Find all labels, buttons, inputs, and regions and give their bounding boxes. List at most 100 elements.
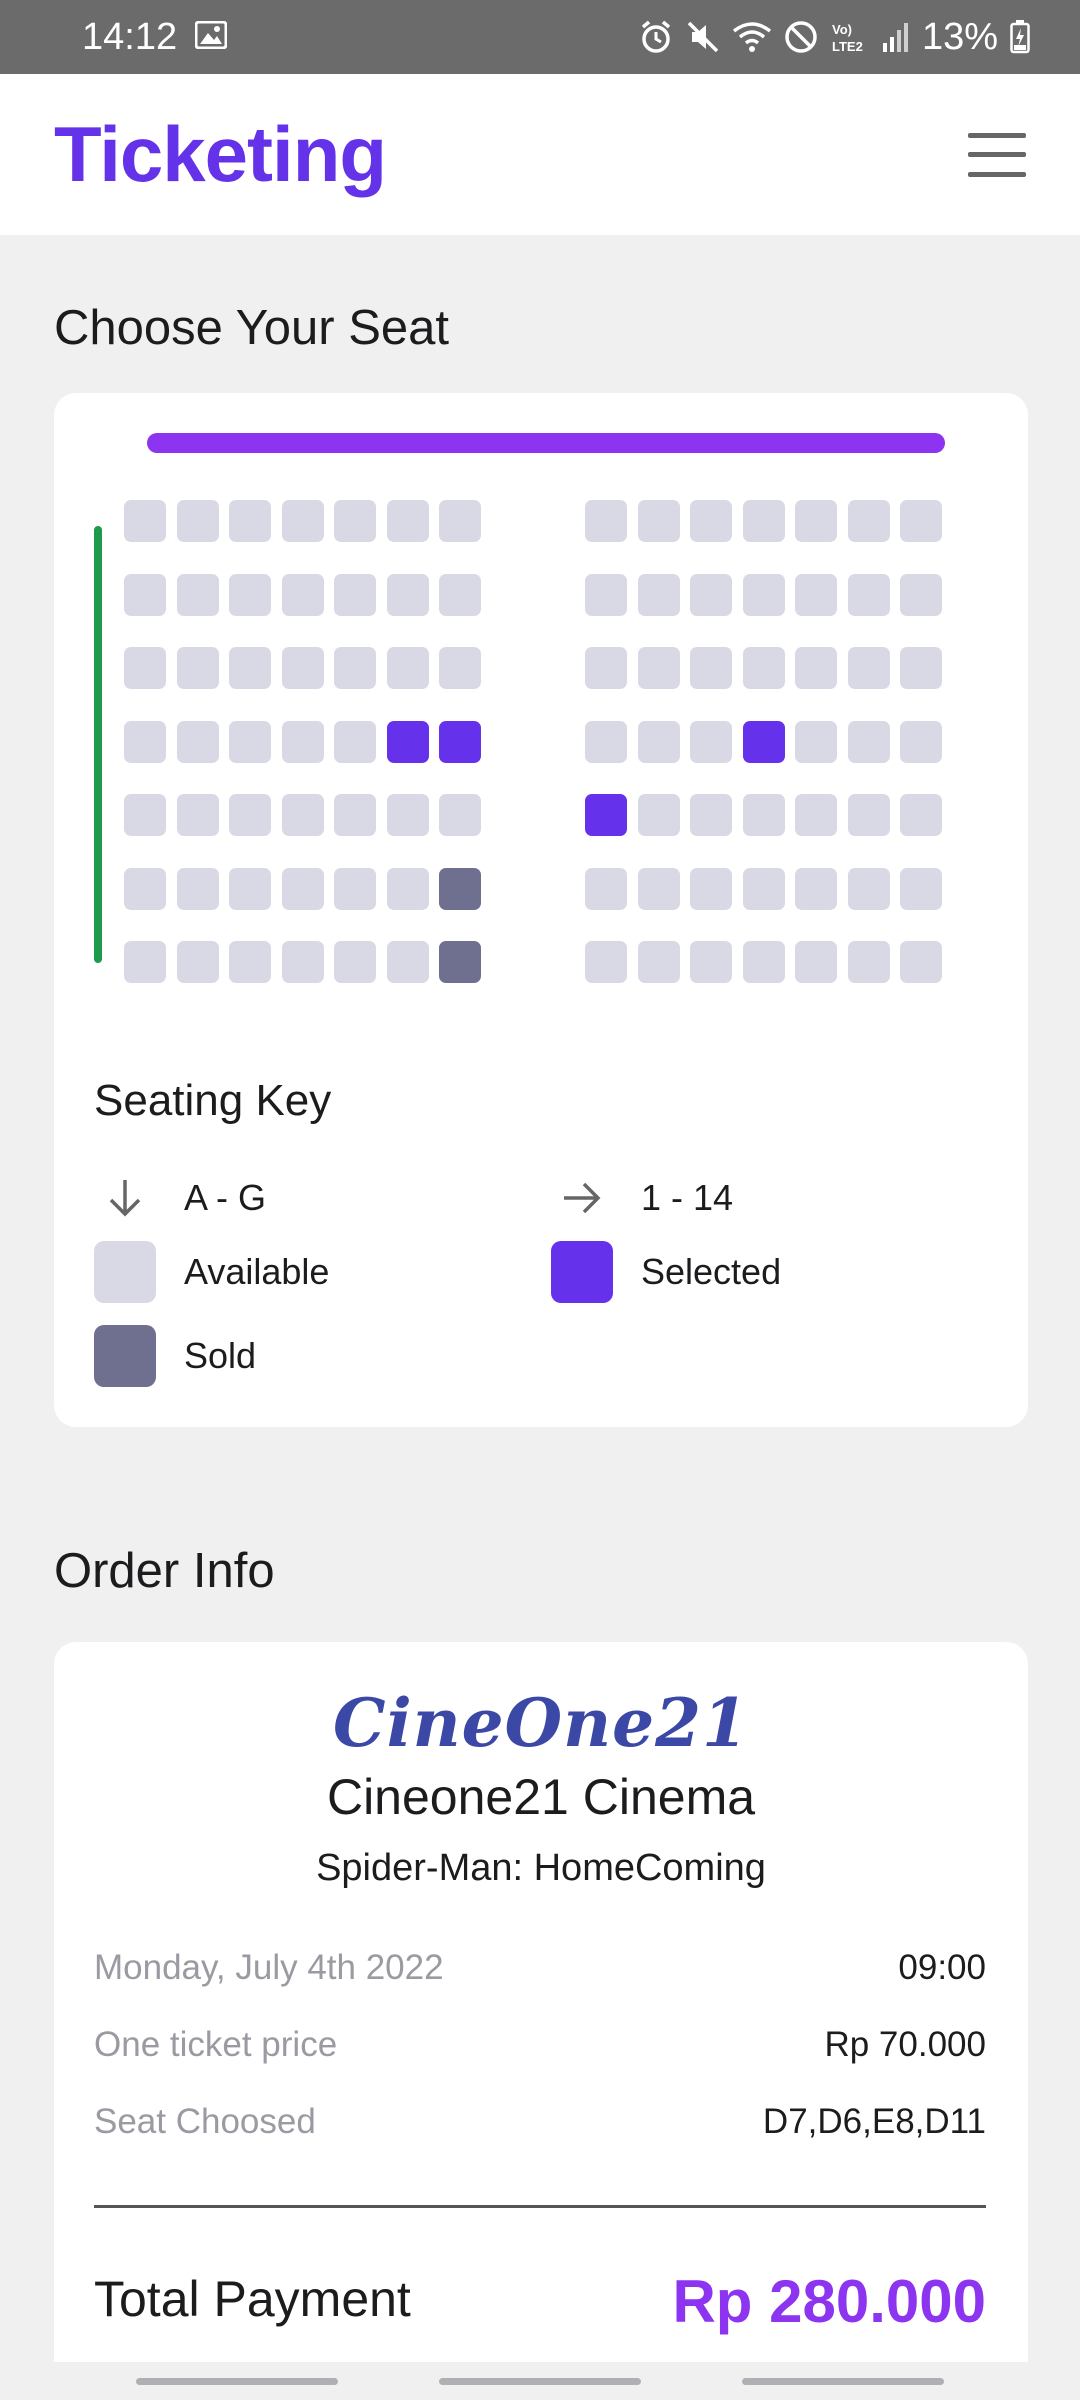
seat-G2-available[interactable]: [176, 941, 219, 983]
seat-B5-available[interactable]: [334, 573, 376, 616]
nav-home-button[interactable]: [439, 2378, 641, 2385]
seat-A5-available[interactable]: [334, 500, 376, 542]
seat-B13-available[interactable]: [847, 573, 890, 616]
seat-E9-available[interactable]: [637, 794, 680, 836]
seat-F6-available[interactable]: [386, 867, 429, 910]
seat-A1-available[interactable]: [124, 500, 166, 542]
seat-A13-available[interactable]: [847, 500, 890, 542]
seat-E7-available[interactable]: [439, 794, 481, 836]
seat-E4-available[interactable]: [281, 794, 324, 836]
seat-B2-available[interactable]: [176, 573, 219, 616]
seat-A12-available[interactable]: [795, 500, 837, 542]
seat-C8-available[interactable]: [585, 647, 627, 689]
seat-E13-available[interactable]: [847, 794, 890, 836]
seat-G4-available[interactable]: [281, 941, 324, 983]
seat-C7-available[interactable]: [439, 647, 481, 689]
seat-F9-available[interactable]: [637, 867, 680, 910]
nav-back-button[interactable]: [742, 2378, 944, 2385]
seat-D2-available[interactable]: [176, 720, 219, 763]
seat-E11-available[interactable]: [742, 794, 785, 836]
seat-F5-available[interactable]: [334, 867, 376, 910]
seat-A3-available[interactable]: [229, 500, 271, 542]
seat-F8-available[interactable]: [585, 867, 627, 910]
seat-D7-selected[interactable]: [439, 720, 481, 763]
seat-E6-available[interactable]: [386, 794, 429, 836]
seat-A7-available[interactable]: [439, 500, 481, 542]
seat-B4-available[interactable]: [281, 573, 324, 616]
seat-D10-available[interactable]: [690, 720, 732, 763]
seat-F3-available[interactable]: [229, 867, 271, 910]
seat-F11-available[interactable]: [742, 867, 785, 910]
seat-A9-available[interactable]: [637, 500, 680, 542]
seat-A11-available[interactable]: [742, 500, 785, 542]
seat-C9-available[interactable]: [637, 647, 680, 689]
seat-B9-available[interactable]: [637, 573, 680, 616]
seat-B12-available[interactable]: [795, 573, 837, 616]
seat-A10-available[interactable]: [690, 500, 732, 542]
seat-G14-available[interactable]: [900, 941, 942, 983]
seat-E8-selected[interactable]: [585, 794, 627, 836]
seat-F2-available[interactable]: [176, 867, 219, 910]
seat-C3-available[interactable]: [229, 647, 271, 689]
seat-G6-available[interactable]: [386, 941, 429, 983]
seat-A14-available[interactable]: [900, 500, 942, 542]
seat-C2-available[interactable]: [176, 647, 219, 689]
seat-G9-available[interactable]: [637, 941, 680, 983]
nav-recents-button[interactable]: [136, 2378, 338, 2385]
seat-G5-available[interactable]: [334, 941, 376, 983]
seat-C5-available[interactable]: [334, 647, 376, 689]
seat-D14-available[interactable]: [900, 720, 942, 763]
seat-D12-available[interactable]: [795, 720, 837, 763]
seat-D11-selected[interactable]: [742, 720, 785, 763]
seat-E3-available[interactable]: [229, 794, 271, 836]
seat-C10-available[interactable]: [690, 647, 732, 689]
seat-F12-available[interactable]: [795, 867, 837, 910]
seat-F4-available[interactable]: [281, 867, 324, 910]
seat-C1-available[interactable]: [124, 647, 166, 689]
seat-E1-available[interactable]: [124, 794, 166, 836]
seat-C11-available[interactable]: [742, 647, 785, 689]
seat-G11-available[interactable]: [742, 941, 785, 983]
hamburger-menu-icon[interactable]: [968, 132, 1026, 177]
seat-A2-available[interactable]: [176, 500, 219, 542]
seat-E2-available[interactable]: [176, 794, 219, 836]
seat-B14-available[interactable]: [900, 573, 942, 616]
seat-E10-available[interactable]: [690, 794, 732, 836]
seat-F1-available[interactable]: [124, 867, 166, 910]
seat-C4-available[interactable]: [281, 647, 324, 689]
seat-G13-available[interactable]: [847, 941, 890, 983]
seat-G8-available[interactable]: [585, 941, 627, 983]
seat-E12-available[interactable]: [795, 794, 837, 836]
seat-C14-available[interactable]: [900, 647, 942, 689]
seat-B6-available[interactable]: [386, 573, 429, 616]
seat-E14-available[interactable]: [900, 794, 942, 836]
seat-G3-available[interactable]: [229, 941, 271, 983]
seat-B10-available[interactable]: [690, 573, 732, 616]
seat-B8-available[interactable]: [585, 573, 627, 616]
seat-G1-available[interactable]: [124, 941, 166, 983]
seat-A8-available[interactable]: [585, 500, 627, 542]
seat-D8-available[interactable]: [585, 720, 627, 763]
seat-D6-selected[interactable]: [386, 720, 429, 763]
seat-G12-available[interactable]: [795, 941, 837, 983]
seat-A6-available[interactable]: [386, 500, 429, 542]
seat-C12-available[interactable]: [795, 647, 837, 689]
seat-C13-available[interactable]: [847, 647, 890, 689]
seat-D9-available[interactable]: [637, 720, 680, 763]
seat-G10-available[interactable]: [690, 941, 732, 983]
seat-D13-available[interactable]: [847, 720, 890, 763]
seat-B7-available[interactable]: [439, 573, 481, 616]
seat-C6-available[interactable]: [386, 647, 429, 689]
seat-D1-available[interactable]: [124, 720, 166, 763]
seat-F13-available[interactable]: [847, 867, 890, 910]
seat-F10-available[interactable]: [690, 867, 732, 910]
seat-B11-available[interactable]: [742, 573, 785, 616]
seat-D3-available[interactable]: [229, 720, 271, 763]
seat-F14-available[interactable]: [900, 867, 942, 910]
seat-E5-available[interactable]: [334, 794, 376, 836]
seat-D4-available[interactable]: [281, 720, 324, 763]
seat-B3-available[interactable]: [229, 573, 271, 616]
seat-B1-available[interactable]: [124, 573, 166, 616]
seat-D5-available[interactable]: [334, 720, 376, 763]
seat-A4-available[interactable]: [281, 500, 324, 542]
